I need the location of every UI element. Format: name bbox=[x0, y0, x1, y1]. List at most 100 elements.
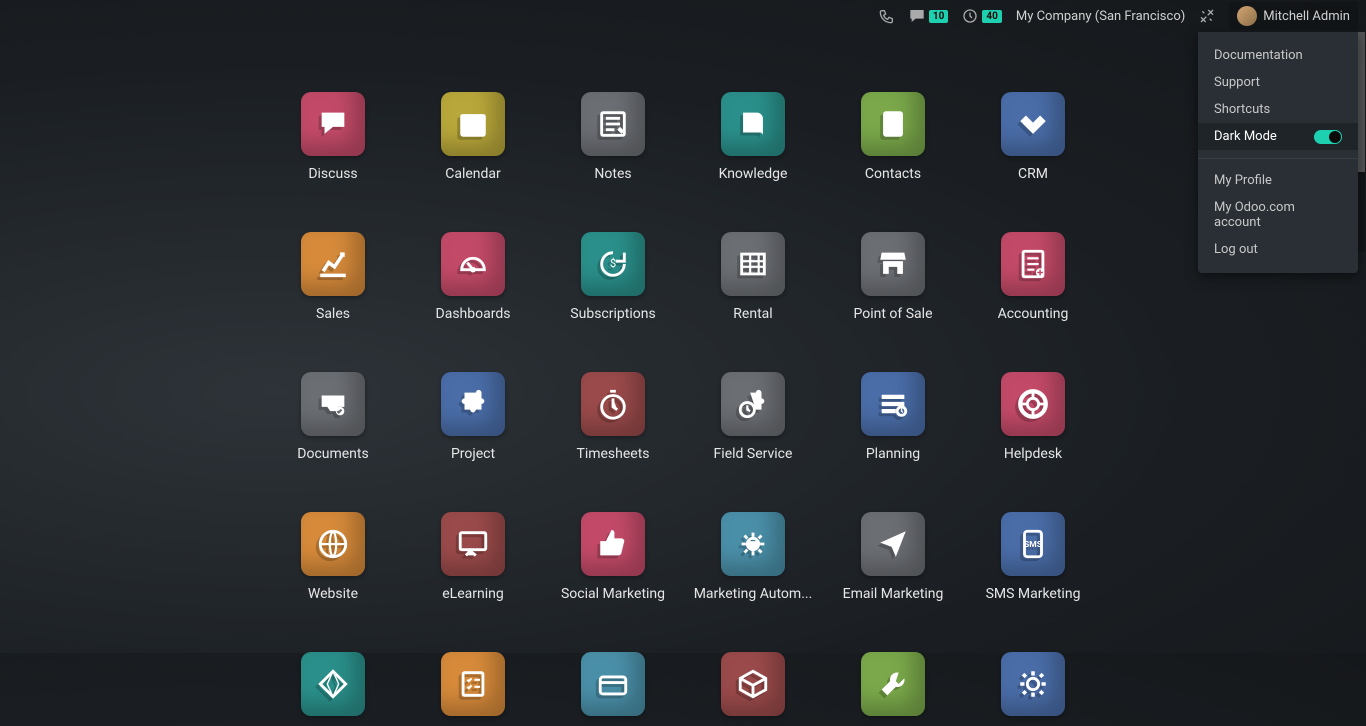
app-label: Email Marketing bbox=[843, 586, 944, 602]
app-label: Dashboards bbox=[436, 306, 511, 322]
user-dropdown: Documentation Support Shortcuts Dark Mod… bbox=[1198, 32, 1358, 273]
app-label: Knowledge bbox=[719, 166, 788, 182]
activities-button[interactable]: 40 bbox=[962, 8, 1001, 24]
app-social-marketing[interactable]: Social Marketing bbox=[543, 512, 683, 602]
box-icon bbox=[721, 652, 785, 716]
user-name: Mitchell Admin bbox=[1263, 9, 1350, 24]
globe-icon bbox=[301, 512, 365, 576]
lifering-icon bbox=[1001, 372, 1065, 436]
phone-icon[interactable] bbox=[879, 8, 895, 24]
menu-dark-mode[interactable]: Dark Mode bbox=[1198, 123, 1358, 150]
app-sales[interactable]: Sales bbox=[263, 232, 403, 322]
topbar: 10 40 My Company (San Francisco) Mitchel… bbox=[0, 0, 1366, 32]
app-crm[interactable]: CRM bbox=[963, 92, 1103, 182]
app-planning[interactable]: Planning bbox=[823, 372, 963, 462]
app-app-29[interactable] bbox=[963, 652, 1103, 726]
app-dashboards[interactable]: Dashboards bbox=[403, 232, 543, 322]
app-sms-marketing[interactable]: SMS SMS Marketing bbox=[963, 512, 1103, 602]
app-contacts[interactable]: Contacts bbox=[823, 92, 963, 182]
avatar bbox=[1237, 6, 1257, 26]
app-label: Contacts bbox=[865, 166, 921, 182]
chart-icon bbox=[301, 232, 365, 296]
app-label: Sales bbox=[316, 306, 350, 322]
app-label: Documents bbox=[297, 446, 368, 462]
menu-support[interactable]: Support bbox=[1198, 69, 1358, 96]
contact-icon bbox=[861, 92, 925, 156]
dark-mode-toggle[interactable] bbox=[1314, 130, 1342, 144]
app-label: Notes bbox=[594, 166, 631, 182]
company-name: My Company (San Francisco) bbox=[1016, 9, 1185, 24]
planning-icon bbox=[861, 372, 925, 436]
app-label: SMS Marketing bbox=[986, 586, 1081, 602]
app-point-of-sale[interactable]: Point of Sale bbox=[823, 232, 963, 322]
app-accounting[interactable]: Accounting bbox=[963, 232, 1103, 322]
chat-icon bbox=[301, 92, 365, 156]
app-subscriptions[interactable]: $ Subscriptions bbox=[543, 232, 683, 322]
app-project[interactable]: Project bbox=[403, 372, 543, 462]
inbox-icon bbox=[301, 372, 365, 436]
table-icon bbox=[721, 232, 785, 296]
menu-my-profile[interactable]: My Profile bbox=[1198, 167, 1358, 194]
app-rental[interactable]: Rental bbox=[683, 232, 823, 322]
app-field-service[interactable]: Field Service bbox=[683, 372, 823, 462]
gear-icon bbox=[1001, 652, 1065, 716]
app-discuss[interactable]: Discuss bbox=[263, 92, 403, 182]
app-label: Project bbox=[451, 446, 495, 462]
app-helpdesk[interactable]: Helpdesk bbox=[963, 372, 1103, 462]
stopwatch-icon bbox=[581, 372, 645, 436]
sms-icon: SMS bbox=[1001, 512, 1065, 576]
card-icon bbox=[581, 652, 645, 716]
svg-text:$: $ bbox=[610, 256, 616, 270]
app-label: Discuss bbox=[308, 166, 357, 182]
app-grid: Discuss Calendar Notes Knowledge Contacts CRM… bbox=[0, 32, 1366, 726]
messages-badge: 10 bbox=[929, 10, 948, 23]
app-notes[interactable]: Notes bbox=[543, 92, 683, 182]
messages-button[interactable]: 10 bbox=[909, 8, 948, 24]
app-label: Planning bbox=[866, 446, 920, 462]
menu-my-odoo[interactable]: My Odoo.com account bbox=[1198, 194, 1358, 236]
app-timesheets[interactable]: Timesheets bbox=[543, 372, 683, 462]
refresh-icon: $ bbox=[581, 232, 645, 296]
activities-badge: 40 bbox=[982, 10, 1001, 23]
menu-log-out[interactable]: Log out bbox=[1198, 236, 1358, 263]
wrench-icon bbox=[861, 652, 925, 716]
app-website[interactable]: Website bbox=[263, 512, 403, 602]
app-app-27[interactable] bbox=[683, 652, 823, 726]
app-documents[interactable]: Documents bbox=[263, 372, 403, 462]
user-menu-button[interactable]: Mitchell Admin bbox=[1229, 2, 1358, 30]
store-icon bbox=[861, 232, 925, 296]
company-selector[interactable]: My Company (San Francisco) bbox=[1016, 9, 1185, 24]
app-elearning[interactable]: eLearning bbox=[403, 512, 543, 602]
note-icon bbox=[581, 92, 645, 156]
app-email-marketing[interactable]: Email Marketing bbox=[823, 512, 963, 602]
diamond-icon bbox=[301, 652, 365, 716]
menu-separator bbox=[1198, 158, 1358, 159]
app-label: Helpdesk bbox=[1004, 446, 1062, 462]
app-app-26[interactable] bbox=[543, 652, 683, 726]
checklist-icon bbox=[441, 652, 505, 716]
app-label: Website bbox=[308, 586, 358, 602]
app-app-28[interactable] bbox=[823, 652, 963, 726]
board-icon bbox=[441, 512, 505, 576]
dark-mode-label: Dark Mode bbox=[1214, 129, 1277, 144]
gearenv-icon bbox=[721, 512, 785, 576]
svg-text:SMS: SMS bbox=[1024, 540, 1042, 550]
book-icon bbox=[721, 92, 785, 156]
invoice-icon bbox=[1001, 232, 1065, 296]
app-app-25[interactable] bbox=[403, 652, 543, 726]
menu-shortcuts[interactable]: Shortcuts bbox=[1198, 96, 1358, 123]
app-marketing-autom-[interactable]: Marketing Autom... bbox=[683, 512, 823, 602]
settings-icon[interactable] bbox=[1199, 8, 1215, 24]
app-label: Subscriptions bbox=[570, 306, 655, 322]
app-label: Field Service bbox=[714, 446, 793, 462]
puzzle-icon bbox=[441, 372, 505, 436]
app-app-24[interactable] bbox=[263, 652, 403, 726]
handshake-icon bbox=[1001, 92, 1065, 156]
app-knowledge[interactable]: Knowledge bbox=[683, 92, 823, 182]
app-calendar[interactable]: Calendar bbox=[403, 92, 543, 182]
app-label: eLearning bbox=[442, 586, 503, 602]
app-label: Timesheets bbox=[576, 446, 649, 462]
app-label: Point of Sale bbox=[854, 306, 933, 322]
menu-documentation[interactable]: Documentation bbox=[1198, 42, 1358, 69]
app-label: Marketing Autom... bbox=[694, 586, 813, 602]
